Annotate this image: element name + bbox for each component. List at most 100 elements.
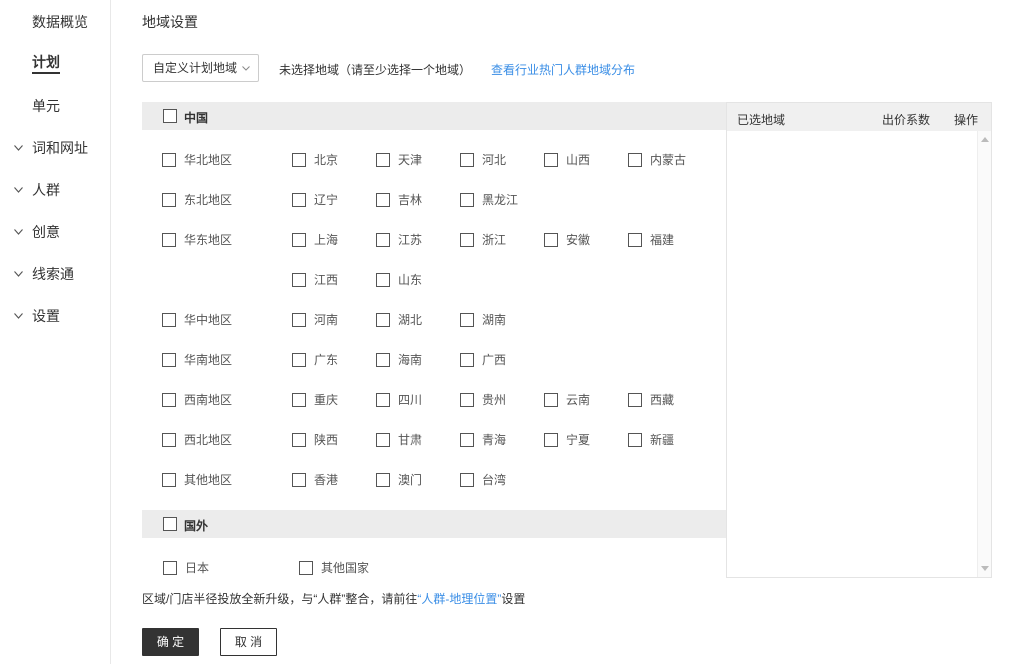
option-label: 香港 [314, 473, 339, 487]
sidebar-item-7[interactable]: 设置 [0, 304, 111, 328]
option-label: 海南 [398, 353, 423, 367]
checkbox[interactable] [292, 273, 306, 287]
industry-region-link[interactable]: 查看行业热门人群地域分布 [491, 61, 635, 78]
option-label: 新疆 [650, 433, 675, 447]
sidebar-item-3[interactable]: 词和网址 [0, 136, 111, 160]
abroad-checkbox[interactable] [163, 517, 177, 531]
option-label: 其他地区 [184, 473, 233, 487]
checkbox[interactable] [292, 353, 306, 367]
checkbox[interactable] [628, 153, 642, 167]
checkbox[interactable] [162, 153, 176, 167]
checkbox[interactable] [299, 561, 313, 575]
selection-hint: 未选择地域（请至少选择一个地域） [279, 63, 472, 77]
region-mode-select-value: 自定义计划地域 [153, 61, 238, 75]
option-label: 澳门 [398, 473, 423, 487]
option-label: 青海 [482, 433, 507, 447]
option-label: 西北地区 [184, 433, 233, 447]
audience-geo-link[interactable]: “人群-地理位置” [417, 592, 501, 606]
checkbox[interactable] [162, 313, 176, 327]
option-label: 华东地区 [184, 233, 233, 247]
confirm-button[interactable]: 确 定 [142, 628, 199, 656]
group-china-header: 中国 [142, 102, 726, 130]
option-label: 辽宁 [314, 193, 339, 207]
option-label: 安徽 [566, 233, 591, 247]
checkbox[interactable] [162, 433, 176, 447]
col-selected-region: 已选地域 [737, 113, 786, 127]
scroll-down-icon[interactable] [981, 566, 989, 571]
checkbox[interactable] [544, 433, 558, 447]
checkbox[interactable] [376, 313, 390, 327]
option-label: 吉林 [398, 193, 423, 207]
checkbox[interactable] [460, 233, 474, 247]
checkbox[interactable] [376, 273, 390, 287]
chevron-down-icon [12, 178, 24, 202]
sidebar-item-label: 人群 [32, 182, 60, 198]
option-label: 东北地区 [184, 193, 233, 207]
option-label: 日本 [185, 561, 210, 575]
option-label: 河北 [482, 153, 507, 167]
sidebar-item-1[interactable]: 计划 [0, 52, 111, 76]
checkbox[interactable] [162, 393, 176, 407]
chevron-down-icon [12, 220, 24, 244]
option-label: 山东 [398, 273, 423, 287]
option-label: 天津 [398, 153, 423, 167]
sidebar-item-2[interactable]: 单元 [0, 94, 111, 118]
checkbox[interactable] [460, 353, 474, 367]
checkbox[interactable] [162, 473, 176, 487]
option-label: 上海 [314, 233, 339, 247]
option-label: 江苏 [398, 233, 423, 247]
checkbox[interactable] [628, 433, 642, 447]
option-label: 西藏 [650, 393, 675, 407]
checkbox[interactable] [460, 473, 474, 487]
checkbox[interactable] [376, 353, 390, 367]
region-mode-select[interactable]: 自定义计划地域 [142, 54, 259, 82]
checkbox[interactable] [628, 393, 642, 407]
china-checkbox[interactable] [163, 109, 177, 123]
col-bid-coefficient: 出价系数 [882, 113, 931, 127]
checkbox[interactable] [162, 353, 176, 367]
checkbox[interactable] [376, 193, 390, 207]
checkbox[interactable] [292, 433, 306, 447]
option-label: 宁夏 [566, 433, 591, 447]
checkbox[interactable] [544, 393, 558, 407]
checkbox[interactable] [376, 233, 390, 247]
cancel-button[interactable]: 取 消 [220, 628, 277, 656]
checkbox[interactable] [163, 561, 177, 575]
option-label: 华北地区 [184, 153, 233, 167]
option-label: 广西 [482, 353, 507, 367]
checkbox[interactable] [460, 313, 474, 327]
checkbox[interactable] [292, 313, 306, 327]
checkbox[interactable] [376, 393, 390, 407]
checkbox[interactable] [292, 393, 306, 407]
checkbox[interactable] [292, 473, 306, 487]
option-label: 西南地区 [184, 393, 233, 407]
option-label: 四川 [398, 393, 423, 407]
checkbox[interactable] [376, 433, 390, 447]
checkbox[interactable] [376, 153, 390, 167]
sidebar-item-5[interactable]: 创意 [0, 220, 111, 244]
checkbox[interactable] [460, 433, 474, 447]
chevron-down-icon [242, 66, 250, 71]
sidebar-item-0[interactable]: 数据概览 [0, 10, 111, 34]
sidebar-item-4[interactable]: 人群 [0, 178, 111, 202]
sidebar-item-6[interactable]: 线索通 [0, 262, 111, 286]
checkbox[interactable] [628, 233, 642, 247]
checkbox[interactable] [460, 393, 474, 407]
checkbox[interactable] [460, 193, 474, 207]
checkbox[interactable] [292, 233, 306, 247]
group-abroad-header: 国外 [142, 510, 726, 538]
checkbox[interactable] [292, 193, 306, 207]
checkbox[interactable] [162, 233, 176, 247]
checkbox[interactable] [376, 473, 390, 487]
checkbox[interactable] [292, 153, 306, 167]
scroll-up-icon[interactable] [981, 137, 989, 142]
checkbox[interactable] [544, 153, 558, 167]
selected-scrollbar[interactable] [977, 131, 991, 577]
checkbox[interactable] [544, 233, 558, 247]
option-label: 贵州 [482, 393, 507, 407]
checkbox[interactable] [460, 153, 474, 167]
option-label: 湖北 [398, 313, 423, 327]
main-content: 地域设置 自定义计划地域 未选择地域（请至少选择一个地域） 查看行业热门人群地域… [142, 0, 1002, 664]
checkbox[interactable] [162, 193, 176, 207]
abroad-label: 国外 [184, 519, 209, 533]
